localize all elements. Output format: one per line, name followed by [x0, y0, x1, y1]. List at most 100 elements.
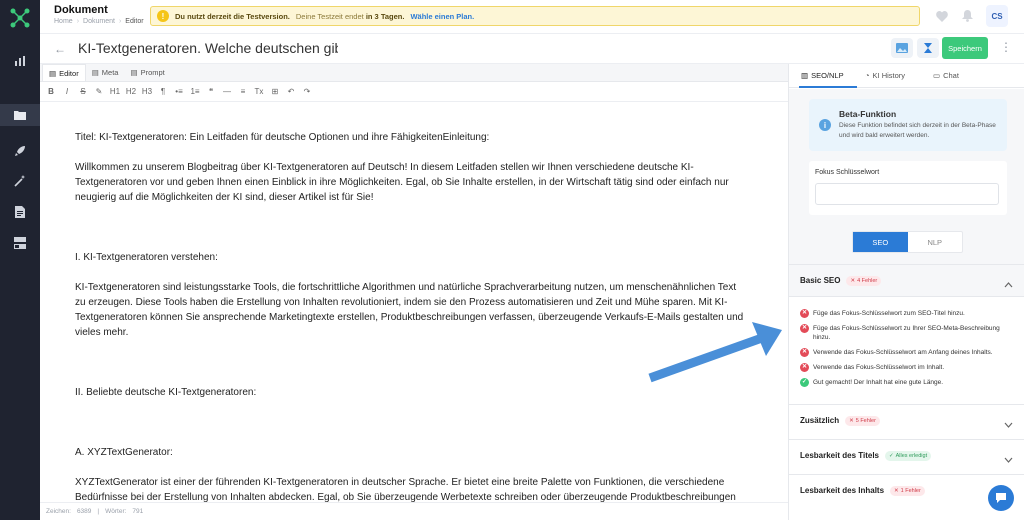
chevron-down-icon[interactable] — [1004, 415, 1013, 433]
analytics-icon[interactable] — [0, 50, 40, 72]
back-arrow-icon[interactable]: ← — [54, 42, 66, 56]
clear-format-button[interactable]: Tx — [251, 87, 267, 96]
breadcrumb-separator: › — [76, 18, 80, 25]
editor-content[interactable]: Titel: KI-Textgeneratoren: Ein Leitfaden… — [40, 102, 788, 502]
tab-editor[interactable]: ▤ Editor — [42, 64, 86, 81]
tab-seo-nlp[interactable]: ▥ SEO/NLP — [801, 71, 844, 80]
trial-ends-prefix: Deine Testzeit endet — [295, 11, 364, 21]
check-item: ✕ Verwende das Fokus-Schlüsselwort im Inh… — [800, 363, 1010, 372]
table-button[interactable]: ⊞ — [267, 87, 283, 96]
tab-prompt[interactable]: ▤ Prompt — [124, 64, 170, 81]
chevron-up-icon[interactable] — [1004, 275, 1013, 293]
ai-assistant-icon[interactable] — [917, 38, 939, 58]
status-bar: Zeichen: 6389 | Wörter: 791 — [40, 502, 788, 520]
breadcrumb-editor: Editor — [125, 18, 144, 25]
align-button[interactable]: ≡ — [235, 87, 251, 96]
active-tab-indicator — [799, 86, 857, 88]
word-count: 791 — [132, 508, 144, 515]
heading1-button[interactable]: H1 — [107, 87, 123, 96]
status-separator: | — [97, 508, 100, 515]
italic-button[interactable]: I — [59, 87, 75, 96]
formatting-toolbar: B I S ✎ H1 H2 H3 ¶ •≡ 1≡ ❝ — ≡ Tx ⊞ ↶ ↷ — [40, 82, 788, 102]
tab-chat[interactable]: ▭ Chat — [933, 71, 959, 80]
section-title: Lesbarkeit des Titels — [800, 451, 879, 460]
user-avatar[interactable]: CS — [986, 5, 1008, 27]
tab-seo-nlp-label: SEO/NLP — [811, 71, 844, 80]
panel-tabs: ▥ SEO/NLP ◔ KI History ▭ Chat — [789, 64, 1024, 88]
error-badge-text: 1 Fehler — [900, 487, 921, 494]
check-text: Verwende das Fokus-Schlüsselwort im Inha… — [813, 364, 945, 371]
undo-button[interactable]: ↶ — [283, 87, 299, 96]
content-paragraph: Willkommen zu unserem Blogbeitrag über K… — [75, 162, 729, 203]
app-sidebar — [0, 0, 40, 520]
bullet-list-button[interactable]: •≡ — [171, 87, 187, 96]
focus-keyword-input[interactable] — [815, 183, 999, 205]
horizontal-rule-button[interactable]: — — [219, 87, 235, 96]
heading2-button[interactable]: H2 — [123, 87, 139, 96]
layout-icon[interactable] — [0, 232, 40, 254]
quote-button[interactable]: ❝ — [203, 87, 219, 96]
paragraph-button[interactable]: ¶ — [155, 87, 171, 96]
app-logo-icon[interactable] — [8, 6, 32, 30]
choose-plan-link[interactable]: Wähle einen Plan. — [410, 12, 474, 21]
seo-toggle-option[interactable]: SEO — [853, 232, 908, 252]
chevron-down-icon[interactable] — [1004, 450, 1013, 468]
breadcrumb-dokument[interactable]: Dokument — [83, 18, 115, 25]
tab-ki-history[interactable]: ◔ KI History — [865, 71, 905, 80]
nlp-toggle-option[interactable]: NLP — [908, 232, 963, 252]
heart-icon[interactable] — [936, 9, 948, 27]
trial-message: Du nutzt derzeit die Testversion. — [175, 11, 290, 21]
error-icon: ✕ — [800, 324, 809, 333]
content-heading: A. XYZTextGenerator: — [75, 447, 173, 458]
beta-title: Beta-Funktion — [839, 109, 897, 119]
char-count: 6389 — [76, 508, 92, 515]
bell-icon[interactable] — [962, 9, 973, 27]
highlight-button[interactable]: ✎ — [91, 87, 107, 96]
rocket-icon[interactable] — [0, 140, 40, 162]
save-button[interactable]: Speichern — [942, 37, 988, 59]
word-count-label: Wörter: — [105, 508, 127, 515]
breadcrumb: Home › Dokument › Editor — [54, 18, 144, 25]
success-icon: ✓ — [800, 378, 809, 387]
editor-tabs: ▤ Editor ▤ Meta ▤ Prompt — [40, 64, 788, 82]
close-icon: ✕ — [850, 277, 856, 284]
ordered-list-button[interactable]: 1≡ — [187, 87, 203, 96]
history-icon: ◔ — [865, 71, 870, 80]
check-item: ✓ Gut gemacht! Der Inhalt hat eine gute L… — [800, 378, 1010, 387]
zusaetzlich-section[interactable]: Zusätzlich ✕ 5 Fehler — [789, 404, 1024, 436]
redo-button[interactable]: ↷ — [299, 87, 315, 96]
error-badge-text: 5 Fehler — [855, 417, 876, 424]
panel-body: i Beta-Funktion Diese Funktion befindet … — [789, 89, 1024, 264]
document-icon[interactable] — [0, 201, 40, 223]
document-title-input[interactable]: KI-Textgeneratoren. Welche deutschen gib… — [78, 40, 338, 56]
check-text: Füge das Fokus-Schlüsselwort zum SEO-Tit… — [813, 310, 965, 317]
close-icon: ✕ — [849, 417, 854, 424]
tab-meta[interactable]: ▤ Meta — [86, 64, 125, 81]
more-options-icon[interactable]: ⋮ — [1000, 40, 1012, 54]
breadcrumb-home[interactable]: Home — [54, 18, 73, 25]
breadcrumb-separator: › — [118, 18, 122, 25]
title-readability-section[interactable]: Lesbarkeit des Titels ✓ Alles erledigt — [789, 439, 1024, 471]
success-badge-text: Alles erledigt — [895, 452, 928, 459]
error-badge: ✕ 5 Fehler — [845, 415, 880, 426]
chart-icon: ▥ — [801, 71, 809, 80]
bold-button[interactable]: B — [43, 87, 59, 96]
strikethrough-button[interactable]: S — [75, 87, 91, 96]
heading3-button[interactable]: H3 — [139, 87, 155, 96]
beta-notice: i Beta-Funktion Diese Funktion befindet … — [809, 99, 1007, 151]
trial-ends-text: Deine Testzeit endet in 3 Tagen. — [296, 12, 405, 21]
folder-icon[interactable] — [0, 104, 40, 126]
magic-wand-icon[interactable] — [0, 170, 40, 192]
content-paragraph: XYZTextGenerator ist einer der führenden… — [75, 477, 736, 502]
doc-heading: Dokument — [54, 4, 108, 16]
image-icon[interactable] — [891, 38, 913, 58]
error-badge: ✕ 1 Fehler — [890, 485, 925, 496]
check-item: ✕ Füge das Fokus-Schlüsselwort zum SEO-Ti… — [800, 309, 1010, 318]
char-count-label: Zeichen: — [46, 508, 71, 515]
close-icon: ✕ — [894, 487, 899, 494]
error-badge: ✕ 4 Fehler — [846, 275, 882, 286]
support-chat-button[interactable] — [988, 485, 1014, 511]
basic-seo-section[interactable]: Basic SEO ✕ 4 Fehler — [789, 264, 1024, 296]
check-icon: ✓ — [889, 452, 894, 459]
info-icon: i — [819, 119, 831, 131]
